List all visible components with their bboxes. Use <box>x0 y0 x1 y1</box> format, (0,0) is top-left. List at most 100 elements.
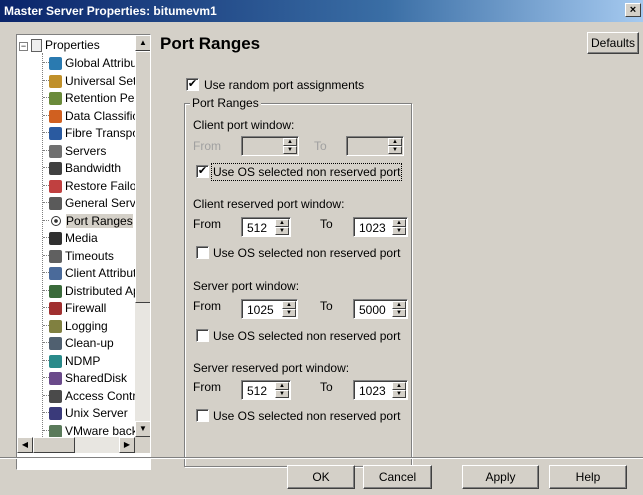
tree-item[interactable]: VMware backu <box>43 422 135 438</box>
spin-up-icon[interactable]: ▲ <box>283 138 297 146</box>
server-reserved-os-checkbox[interactable] <box>196 409 209 422</box>
tree-item[interactable]: General Server <box>43 194 135 212</box>
client-reserved-to-stepper[interactable]: 1023 ▲ ▼ <box>353 217 408 237</box>
apply-button[interactable]: Apply <box>462 465 539 489</box>
spin-up-icon[interactable]: ▲ <box>275 382 289 390</box>
tree-item[interactable]: Universal Setti <box>43 72 135 90</box>
server-port-from-stepper[interactable]: 1025 ▲ ▼ <box>241 299 298 319</box>
collapse-icon[interactable]: − <box>19 42 28 51</box>
tree-item[interactable]: Access Contro <box>43 387 135 405</box>
close-button[interactable]: × <box>625 3 641 17</box>
random-ports-checkbox[interactable]: ✔ <box>186 78 199 91</box>
spin-down-icon[interactable]: ▼ <box>283 146 297 154</box>
tree-item[interactable]: Data Classifica <box>43 107 135 125</box>
scroll-up-arrow-icon[interactable]: ▲ <box>135 35 150 51</box>
unix-server-icon <box>49 407 62 420</box>
tree-item[interactable]: Media <box>43 229 98 247</box>
random-ports-label: Use random port assignments <box>204 78 365 92</box>
client-port-to-label: To <box>314 139 327 153</box>
scroll-right-arrow-icon[interactable]: ▶ <box>119 437 135 453</box>
tree-item[interactable]: SharedDisk <box>43 369 127 387</box>
hscroll-thumb[interactable] <box>33 437 75 453</box>
logging-icon <box>49 319 62 333</box>
client-port-os-checkbox[interactable]: ✔ <box>196 165 209 178</box>
tree-item-label: Servers <box>65 143 107 158</box>
server-reserved-from-label: From <box>193 380 221 394</box>
media-icon <box>49 232 62 245</box>
scroll-corner <box>135 437 150 453</box>
spin-up-icon[interactable]: ▲ <box>388 138 402 146</box>
server-port-os-checkbox[interactable] <box>196 329 209 342</box>
scroll-thumb[interactable] <box>135 51 150 303</box>
tree-item-label: Data Classifica <box>65 108 135 123</box>
tree-item[interactable]: NDMP <box>43 352 100 370</box>
spin-up-icon[interactable]: ▲ <box>392 301 406 309</box>
client-port-from-label: From <box>193 139 221 153</box>
tree-item[interactable]: Logging <box>43 317 108 335</box>
tree-item-label: VMware backu <box>65 423 135 438</box>
spin-down-icon[interactable]: ▼ <box>282 309 296 317</box>
shared-disk-icon <box>49 372 62 385</box>
server-reserved-os-label: Use OS selected non reserved port <box>213 409 401 423</box>
tree-item[interactable]: Restore Failov <box>43 177 135 195</box>
spin-down-icon[interactable]: ▼ <box>275 227 289 235</box>
spin-up-icon[interactable]: ▲ <box>282 301 296 309</box>
fibre-transport-icon <box>49 127 62 140</box>
properties-tree[interactable]: − Properties Global Attribut Universal Set… <box>16 34 151 470</box>
scroll-left-arrow-icon[interactable]: ◀ <box>17 437 33 453</box>
tree-item[interactable]: Retention Peri <box>43 89 135 107</box>
tree-item-label: Clean-up <box>65 336 114 350</box>
properties-icon <box>31 39 42 52</box>
tree-item[interactable]: Clean-up <box>43 334 114 352</box>
cancel-button[interactable]: Cancel <box>363 465 432 489</box>
ok-button[interactable]: OK <box>287 465 355 489</box>
ndmp-icon <box>49 354 62 368</box>
tree-item[interactable]: Unix Server <box>43 404 128 422</box>
tree-item[interactable]: Firewall <box>43 299 106 317</box>
tree-item[interactable]: Global Attribut <box>43 54 135 72</box>
vmware-backup-icon <box>49 424 62 437</box>
spin-up-icon[interactable]: ▲ <box>392 219 406 227</box>
bottom-separator <box>0 457 643 459</box>
spin-down-icon[interactable]: ▼ <box>392 390 406 398</box>
timeouts-icon <box>49 249 62 263</box>
help-button[interactable]: Help <box>549 465 627 489</box>
tree-item[interactable]: Port Ranges <box>43 212 133 230</box>
client-port-to-stepper[interactable]: ▲ ▼ <box>346 136 404 156</box>
tree-item-label: Client Attribute <box>65 266 135 280</box>
general-server-icon <box>49 197 62 210</box>
server-port-heading: Server port window: <box>193 279 300 293</box>
tree-item[interactable]: Client Attribute <box>43 264 135 282</box>
spin-down-icon[interactable]: ▼ <box>392 227 406 235</box>
tree-connector <box>43 219 49 221</box>
tree-root[interactable]: − Properties <box>19 36 100 54</box>
tree-item[interactable]: Distributed Ap <box>43 282 135 300</box>
client-port-from-stepper[interactable]: ▲ ▼ <box>241 136 299 156</box>
tree-item-label: Unix Server <box>65 406 128 420</box>
universal-settings-icon <box>49 74 62 88</box>
spin-down-icon[interactable]: ▼ <box>392 309 406 317</box>
spin-down-icon[interactable]: ▼ <box>275 390 289 398</box>
tree-item[interactable]: Fibre Transpor <box>43 124 135 142</box>
group-title: Port Ranges <box>190 96 261 110</box>
spin-up-icon[interactable]: ▲ <box>275 219 289 227</box>
spin-down-icon[interactable]: ▼ <box>388 146 402 154</box>
server-reserved-to-stepper[interactable]: 1023 ▲ ▼ <box>353 380 408 400</box>
tree-item-label: Media <box>65 231 98 245</box>
server-reserved-from-stepper[interactable]: 512 ▲ ▼ <box>241 380 291 400</box>
tree-item-label: Port Ranges <box>66 213 133 228</box>
client-reserved-from-stepper[interactable]: 512 ▲ ▼ <box>241 217 291 237</box>
tree-item-label: Fibre Transpor <box>65 126 135 140</box>
tree-vertical-scrollbar[interactable]: ▲ ▼ <box>135 35 150 437</box>
spin-up-icon[interactable]: ▲ <box>392 382 406 390</box>
client-reserved-to-label: To <box>320 217 333 231</box>
tree-item[interactable]: Servers <box>43 142 106 160</box>
tree-item[interactable]: Timeouts <box>43 247 114 265</box>
defaults-button[interactable]: Defaults <box>587 32 639 54</box>
title-bar: Master Server Properties: bitumevm1 × <box>0 0 643 22</box>
scroll-down-arrow-icon[interactable]: ▼ <box>135 421 150 437</box>
tree-horizontal-scrollbar[interactable]: ◀ ▶ <box>17 437 135 453</box>
client-reserved-os-checkbox[interactable] <box>196 246 209 259</box>
server-port-to-stepper[interactable]: 5000 ▲ ▼ <box>353 299 408 319</box>
tree-item[interactable]: Bandwidth <box>43 159 121 177</box>
